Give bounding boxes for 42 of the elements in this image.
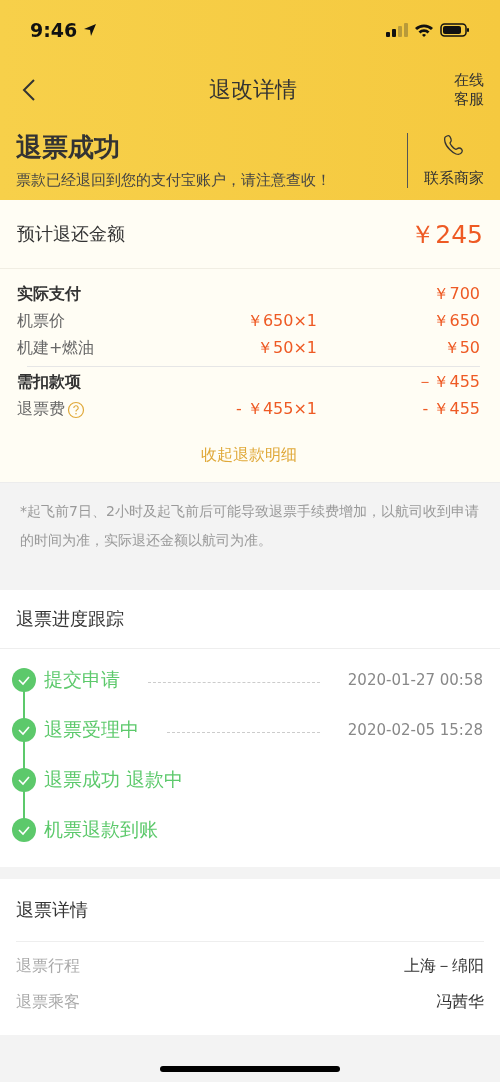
progress-step-label: 机票退款到账 <box>44 817 158 842</box>
estimated-refund-amount: ￥245 <box>410 218 483 251</box>
fee-unit-price: ￥650×1 <box>245 311 317 332</box>
contact-merchant-button[interactable]: 联系商家 <box>407 132 484 188</box>
signal-icon <box>386 23 408 37</box>
fee-group-title: 需扣款项 <box>17 372 82 393</box>
progress-step-label: 退票成功 退款中 <box>44 767 184 792</box>
detail-label: 退票乘客 <box>16 991 80 1013</box>
fee-item-amount: - ￥455 <box>421 399 480 420</box>
refund-status-title: 退票成功 <box>16 131 121 164</box>
status-time: 9:46 <box>30 19 78 41</box>
wifi-icon <box>414 23 434 37</box>
phone-icon <box>442 132 466 157</box>
refund-note: *起飞前7日、2小时及起飞前后可能导致退票手续费增加，以航司收到申请的时间为准，实际退还金额以航司为准。 <box>20 502 480 550</box>
fee-group-title: 实际支付 <box>17 284 82 305</box>
fee-item-amount: ￥650 <box>432 311 480 332</box>
fee-unit-price: - ￥455×1 <box>235 399 317 420</box>
progress-step-label: 退票受理中 <box>44 717 139 742</box>
refund-status-message: 票款已经退回到您的支付宝账户，请注意查收！ <box>16 171 332 190</box>
battery-icon <box>440 23 470 37</box>
progress-step-label: 提交申请 <box>44 667 120 692</box>
chevron-left-icon <box>22 78 36 102</box>
fee-unit-price: ￥50×1 <box>256 338 317 359</box>
estimated-refund-label: 预计退还金额 <box>17 222 125 246</box>
section-title: 退票进度跟踪 <box>0 590 500 649</box>
progress-step-time: 2020-01-27 00:58 <box>347 671 483 689</box>
fee-item-name: 机票价 <box>17 311 65 332</box>
fee-group-total: ￥700 <box>433 284 480 305</box>
page-title: 退改详情 <box>208 76 298 104</box>
section-title: 退票详情 <box>16 879 484 942</box>
home-indicator[interactable] <box>160 1066 340 1072</box>
detail-value: 上海－绵阳 <box>404 955 484 977</box>
location-arrow-icon <box>83 23 98 37</box>
fee-item-name: 退票费 <box>17 399 65 420</box>
detail-label: 退票行程 <box>16 955 80 977</box>
fee-item-amount: ￥50 <box>442 338 480 359</box>
fee-group-total: －￥455 <box>417 372 480 393</box>
fee-item-name: 机建+燃油 <box>17 338 95 359</box>
progress-step-time: 2020-02-05 15:28 <box>347 721 483 739</box>
detail-value: 冯茜华 <box>436 991 484 1013</box>
online-service-button[interactable]: 在线 客服 <box>454 71 484 109</box>
help-icon[interactable] <box>67 400 85 419</box>
